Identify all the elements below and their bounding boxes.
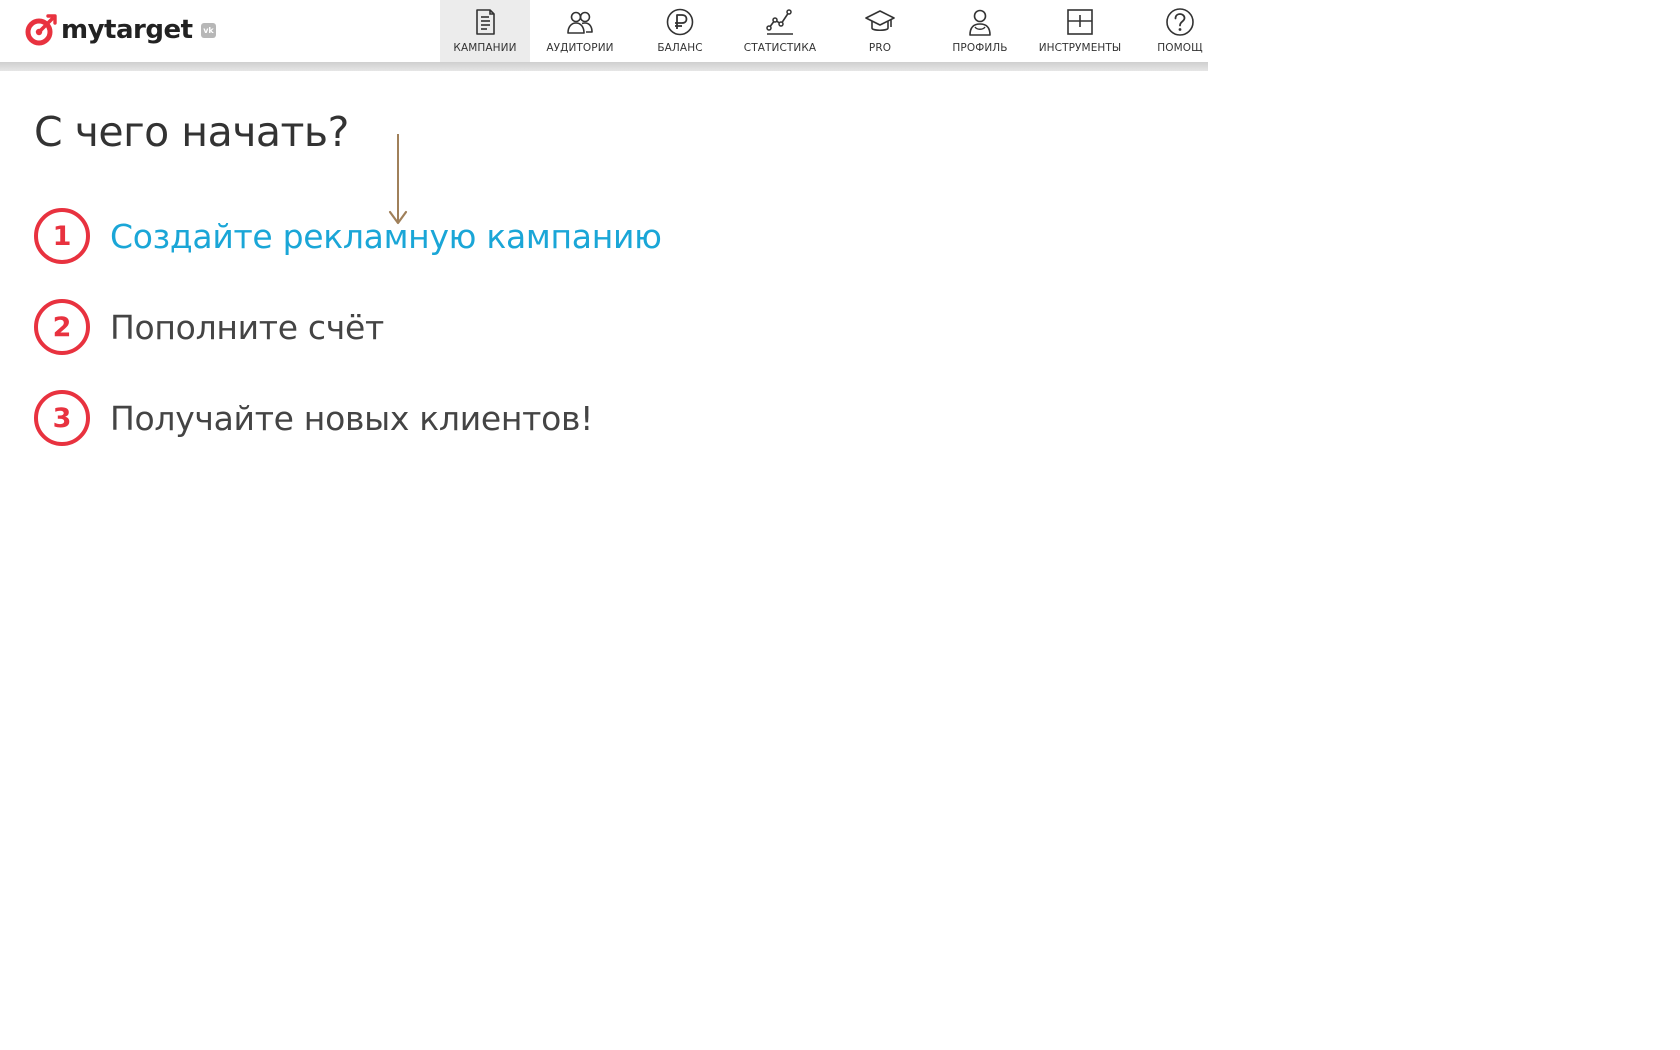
top-bar: mytarget vk КАМПАНИИ АУДИТОРИИ БАЛАНС СТ… — [0, 0, 1208, 62]
mytarget-logo-icon — [25, 14, 57, 46]
nav-item-pro[interactable]: PRO — [830, 0, 930, 62]
annotation-arrow-icon — [388, 134, 408, 225]
vk-badge: vk — [201, 23, 216, 38]
nav-item-statistics[interactable]: СТАТИСТИКА — [730, 0, 830, 62]
nav-item-balance[interactable]: БАЛАНС — [630, 0, 730, 62]
step-text: Пополните счёт — [110, 307, 384, 347]
page-title: С чего начать? — [34, 108, 349, 156]
ruble-icon — [666, 8, 694, 36]
step-number-badge: 3 — [34, 390, 90, 446]
nav-label-campaigns: КАМПАНИИ — [453, 42, 517, 54]
top-bar-shadow — [0, 62, 1208, 71]
tools-icon — [1067, 9, 1093, 35]
getting-started-steps: 1 Создайте рекламную кампанию 2 Пополнит… — [34, 204, 662, 477]
step-get-clients: 3 Получайте новых клиентов! — [34, 386, 662, 450]
nav-label-profile: ПРОФИЛЬ — [952, 42, 1008, 54]
brand-name: mytarget — [61, 15, 193, 45]
statistics-chart-icon — [766, 9, 793, 35]
nav-label-help: ПОМОЩ — [1157, 42, 1203, 54]
campaigns-icon — [476, 9, 495, 35]
create-campaign-link[interactable]: Создайте рекламную кампанию — [110, 217, 662, 256]
nav-item-profile[interactable]: ПРОФИЛЬ — [930, 0, 1030, 62]
audiences-icon — [567, 11, 593, 34]
nav-label-audiences: АУДИТОРИИ — [546, 42, 614, 54]
main-navigation: КАМПАНИИ АУДИТОРИИ БАЛАНС СТАТИСТИКА PRO… — [440, 0, 1208, 62]
nav-item-campaigns[interactable]: КАМПАНИИ — [440, 0, 530, 62]
nav-item-tools[interactable]: ИНСТРУМЕНТЫ — [1030, 0, 1130, 62]
nav-label-balance: БАЛАНС — [657, 42, 703, 54]
nav-item-audiences[interactable]: АУДИТОРИИ — [530, 0, 630, 62]
step-top-up-balance: 2 Пополните счёт — [34, 295, 662, 359]
nav-label-statistics: СТАТИСТИКА — [743, 42, 817, 54]
step-create-campaign: 1 Создайте рекламную кампанию — [34, 204, 662, 268]
profile-icon — [969, 9, 991, 36]
app-window: mytarget vk КАМПАНИИ АУДИТОРИИ БАЛАНС СТ… — [0, 0, 1208, 1050]
graduation-cap-icon — [865, 10, 895, 32]
nav-item-help[interactable]: ПОМОЩ — [1130, 0, 1208, 62]
help-icon — [1166, 8, 1194, 36]
step-number-badge: 2 — [34, 299, 90, 355]
step-text: Получайте новых клиентов! — [110, 398, 594, 438]
nav-label-tools: ИНСТРУМЕНТЫ — [1038, 42, 1122, 54]
step-number-badge: 1 — [34, 208, 90, 264]
mytarget-logo[interactable]: mytarget — [24, 13, 193, 47]
nav-label-pro: PRO — [868, 42, 892, 54]
